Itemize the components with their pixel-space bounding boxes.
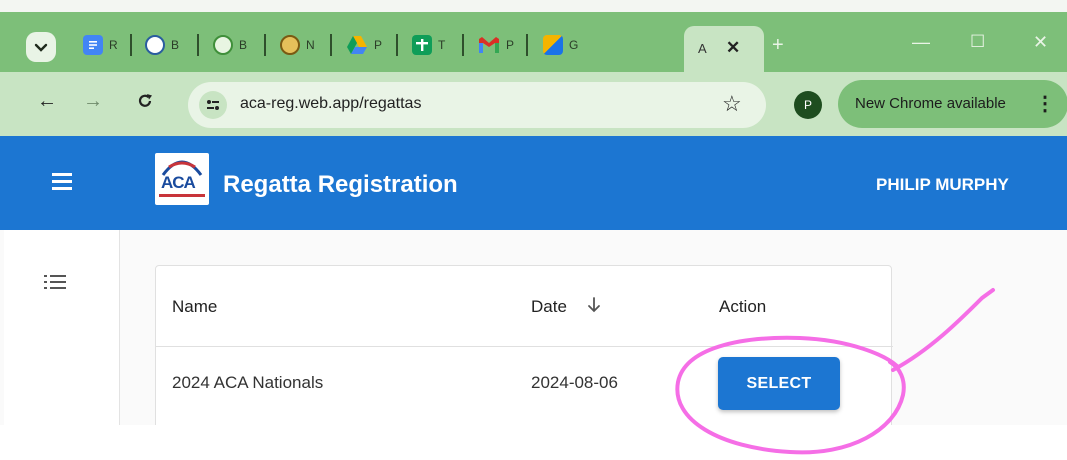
tab-title: N bbox=[306, 38, 315, 52]
site-info-icon[interactable] bbox=[199, 91, 227, 119]
close-icon[interactable]: ✕ bbox=[726, 38, 740, 58]
more-vert-icon[interactable]: ⋮ bbox=[1035, 91, 1055, 116]
url-text[interactable]: aca-reg.web.app/regattas bbox=[240, 95, 421, 113]
browser-tab-3[interactable]: B bbox=[213, 30, 247, 60]
profile-avatar[interactable]: P bbox=[794, 91, 822, 119]
emblem-icon bbox=[280, 35, 300, 55]
tab-title: P bbox=[374, 38, 383, 52]
tab-separator bbox=[197, 34, 199, 56]
calendar-icon bbox=[543, 35, 563, 55]
tab-separator bbox=[264, 34, 266, 56]
browser-toolbar: ← → aca-reg.web.app/regattas ☆ P New Chr… bbox=[0, 72, 1067, 136]
tab-separator bbox=[330, 34, 332, 56]
forward-arrow-icon[interactable]: → bbox=[83, 90, 103, 113]
list-icon[interactable] bbox=[44, 275, 66, 289]
tab-title: B bbox=[239, 38, 248, 52]
seal-icon bbox=[145, 35, 165, 55]
maximize-icon[interactable]: ☐ bbox=[970, 32, 985, 52]
tab-separator bbox=[462, 34, 464, 56]
tab-title: B bbox=[171, 38, 180, 52]
active-browser-tab[interactable]: A ✕ bbox=[684, 26, 764, 72]
browser-tab-2[interactable]: B bbox=[145, 30, 179, 60]
chrome-update-label: New Chrome available bbox=[855, 95, 1006, 112]
sidebar bbox=[4, 230, 120, 425]
window-close-icon[interactable]: ✕ bbox=[1033, 32, 1048, 53]
aca-logo: ACA bbox=[155, 153, 209, 205]
browser-tab-5[interactable]: P bbox=[346, 30, 382, 60]
active-tab-title: A bbox=[698, 41, 707, 56]
gmail-icon bbox=[479, 37, 499, 53]
app-header: ACA Regatta Registration PHILIP MURPHY bbox=[0, 136, 1067, 230]
browser-tab-8[interactable]: G bbox=[543, 30, 578, 60]
user-menu[interactable]: PHILIP MURPHY bbox=[876, 175, 1009, 195]
column-header-name[interactable]: Name bbox=[172, 297, 217, 317]
reload-icon[interactable] bbox=[136, 92, 154, 110]
browser-tab-1[interactable]: R bbox=[83, 30, 118, 60]
column-header-date[interactable]: Date bbox=[531, 297, 567, 317]
browser-tab-4[interactable]: N bbox=[280, 30, 315, 60]
seal-icon bbox=[213, 35, 233, 55]
tab-separator bbox=[526, 34, 528, 56]
browser-window: R B B N P T P G A ✕ + — ☐ ✕ ← → aca-reg.… bbox=[0, 0, 1067, 425]
background-toolbar-strip bbox=[0, 0, 1067, 12]
main-content: Name Date Action 2024 ACA Nationals 2024… bbox=[0, 230, 1067, 425]
tab-search-button[interactable] bbox=[26, 32, 56, 62]
chevron-down-icon bbox=[34, 43, 48, 52]
tab-title: P bbox=[506, 38, 515, 52]
tab-strip: R B B N P T P G A ✕ + — ☐ ✕ bbox=[0, 12, 1067, 72]
select-button[interactable]: SELECT bbox=[718, 357, 840, 410]
tab-title: T bbox=[438, 38, 446, 52]
docs-icon bbox=[83, 35, 103, 55]
regatta-date: 2024-08-06 bbox=[531, 373, 618, 392]
menu-icon[interactable] bbox=[52, 173, 72, 191]
regattas-table: Name Date Action 2024 ACA Nationals 2024… bbox=[155, 265, 893, 425]
new-tab-plus-icon[interactable]: + bbox=[772, 34, 784, 57]
tab-separator bbox=[130, 34, 132, 56]
drive-icon bbox=[347, 36, 367, 54]
browser-tab-7[interactable]: P bbox=[478, 30, 514, 60]
tab-separator bbox=[396, 34, 398, 56]
address-bar[interactable]: aca-reg.web.app/regattas ☆ bbox=[188, 82, 766, 128]
sheets-cross-icon bbox=[412, 35, 432, 55]
regatta-name: 2024 ACA Nationals bbox=[172, 373, 324, 392]
app-title: Regatta Registration bbox=[223, 171, 458, 198]
column-header-action: Action bbox=[719, 297, 767, 316]
chrome-update-button[interactable]: New Chrome available ⋮ bbox=[838, 80, 1067, 128]
bookmark-star-icon[interactable]: ☆ bbox=[722, 91, 742, 117]
browser-tab-6[interactable]: T bbox=[412, 30, 445, 60]
tab-title: R bbox=[109, 38, 118, 52]
header-divider bbox=[156, 346, 893, 347]
back-arrow-icon[interactable]: ← bbox=[37, 90, 57, 113]
minimize-icon[interactable]: — bbox=[912, 32, 930, 53]
tab-title: G bbox=[569, 38, 579, 52]
sort-arrow-down-icon[interactable] bbox=[586, 296, 602, 314]
